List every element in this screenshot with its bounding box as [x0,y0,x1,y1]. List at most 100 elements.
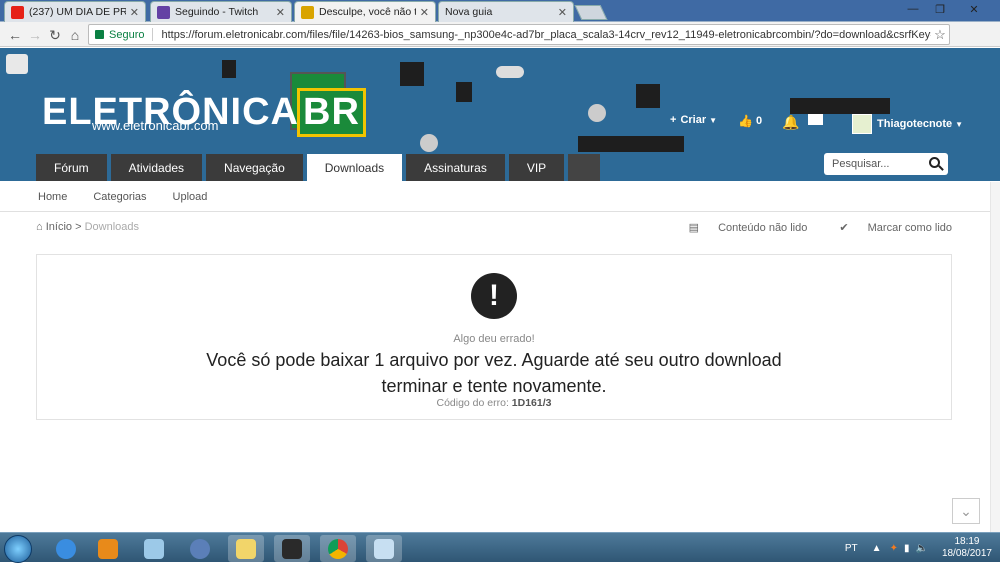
chevron-down-icon: ▼ [709,115,718,125]
internet-explorer-icon[interactable] [48,535,84,562]
date: 18/08/2017 [941,548,992,559]
user-menu[interactable]: Thiagotecnote ▼ [852,114,963,134]
mark-read-label: Marcar como lido [867,222,952,234]
secure-indicator[interactable]: Seguro [89,29,144,41]
logo-br: BR [297,88,366,137]
app-icon[interactable] [136,535,172,562]
subnav-categorias[interactable]: Categorias [93,191,146,203]
notifications-bell-icon[interactable]: 🔔 [782,114,799,131]
folder-icon[interactable] [228,535,264,562]
chevron-down-icon: ▼ [955,119,964,129]
tab-more[interactable] [568,154,601,181]
app-icon[interactable] [182,535,218,562]
address-bar[interactable]: Seguro https://forum.eletronicabr.com/fi… [88,24,950,45]
url-text[interactable]: https://forum.eletronicabr.com/files/fil… [153,29,931,41]
system-tray: PT ▲ ✦ ▮ 🔈 18:19 18/08/2017 [845,533,992,563]
browser-tab-youtube[interactable]: (237) UM DIA DE PRINCE ✕ [4,1,146,22]
search-icon[interactable] [929,157,940,168]
envelope-icon [808,114,823,125]
tray-expand-icon[interactable]: ▲ [872,543,882,554]
browser-tab-twitch[interactable]: Seguindo - Twitch ✕ [150,1,292,22]
home-icon[interactable]: ⌂ [66,26,84,44]
time: 18:19 [954,536,980,547]
windows-taskbar: PT ▲ ✦ ▮ 🔈 18:19 18/08/2017 [0,532,1000,563]
reload-icon[interactable]: ↻ [46,26,64,44]
exclamation-icon: ! [471,273,517,319]
close-icon[interactable]: ✕ [130,6,139,19]
browser-tab-active[interactable]: Desculpe, você não tem ✕ [294,1,436,22]
tray-app-icon[interactable]: ✦ [890,543,898,554]
unread-content-label: Conteúdo não lido [718,222,808,234]
subnav-upload[interactable]: Upload [173,191,208,203]
username: Thiagotecnote [877,118,953,130]
back-icon[interactable]: ← [6,26,24,44]
mark-read-link[interactable]: ✔ Marcar como lido [823,221,952,234]
chip-graphic [456,82,472,102]
unread-icon: ▤ [688,222,703,234]
volume-icon[interactable]: 🔈 [915,543,927,554]
tab-forum[interactable]: Fórum [36,154,107,181]
chip-graphic [222,60,236,78]
twitch-icon [157,5,170,19]
tab-navegacao[interactable]: Navegação [206,154,303,181]
tab-downloads[interactable]: Downloads [306,154,403,182]
language-indicator[interactable]: PT [845,543,858,554]
tab-vip[interactable]: VIP [508,154,565,181]
error-heading: Algo deu errado! [453,333,535,345]
create-button[interactable]: + Criar ▼ [670,114,717,126]
error-code-label: Código do erro: [436,397,509,409]
paint-icon[interactable] [366,535,402,562]
error-message: Você só pode baixar 1 arquivo por vez. A… [37,347,951,399]
close-icon[interactable]: ✕ [420,6,429,19]
secure-label: Seguro [109,28,145,41]
memory-chip-icon[interactable] [274,535,310,562]
media-player-icon[interactable] [90,535,126,562]
breadcrumb-home[interactable]: Início [46,221,72,233]
close-window-icon[interactable]: ✕ [954,0,994,18]
logo-url: www.eletronicabr.com [92,118,219,133]
chrome-icon[interactable] [320,535,356,562]
create-label: Criar [680,114,707,126]
page-scrollbar[interactable] [990,182,1000,532]
tab-atividades[interactable]: Atividades [110,154,203,181]
plus-icon: + [670,114,677,126]
likes-count: 0 [755,115,763,127]
capacitor-graphic [588,104,606,122]
start-button[interactable] [4,535,32,563]
chevron-down-icon: ⌄ [960,502,972,519]
error-code-line: Código do erro: 1D161/3 [37,397,951,409]
chip-graphic [790,98,890,114]
browser-toolbar: ← → ↻ ⌂ Seguro https://forum.eletronicab… [0,22,1000,64]
browser-tab-newtab[interactable]: Nova guia ✕ [438,1,574,22]
board-button-graphic [6,54,28,74]
tab-title: Desculpe, você não tem [319,6,416,18]
breadcrumb: ⌂ Início > Downloads [36,221,139,233]
subnav-home[interactable]: Home [38,191,67,203]
unread-content-link[interactable]: ▤ Conteúdo não lido [673,221,808,234]
new-tab-button[interactable] [574,5,608,20]
capacitor-graphic [420,134,438,152]
thumbs-up-icon: 👍 [738,114,753,128]
lock-icon [95,30,104,39]
chip-graphic [578,136,684,152]
error-message-text: Você só pode baixar 1 arquivo por vez. A… [206,350,782,396]
network-icon[interactable]: ▮ [904,543,910,554]
breadcrumb-separator: > [75,221,82,233]
minimize-icon[interactable]: — [900,0,926,18]
close-icon[interactable]: ✕ [276,6,285,19]
tab-assinaturas[interactable]: Assinaturas [406,154,505,181]
bookmark-star-icon[interactable]: ☆ [931,27,949,43]
clock[interactable]: 18:19 18/08/2017 [942,536,992,560]
youtube-icon [11,5,24,19]
site-icon [301,5,314,19]
scroll-to-bottom-button[interactable]: ⌄ [952,498,980,524]
likes-button[interactable]: 👍 0 [738,114,762,128]
forward-icon[interactable]: → [26,26,44,44]
maximize-icon[interactable]: ❐ [927,0,953,18]
chip-graphic [636,84,660,108]
search-placeholder: Pesquisar... [832,158,890,170]
search-input[interactable]: Pesquisar... [824,153,948,175]
close-icon[interactable]: ✕ [558,6,567,19]
checkmark-icon: ✔ [839,222,852,234]
messages-button[interactable] [808,114,823,125]
